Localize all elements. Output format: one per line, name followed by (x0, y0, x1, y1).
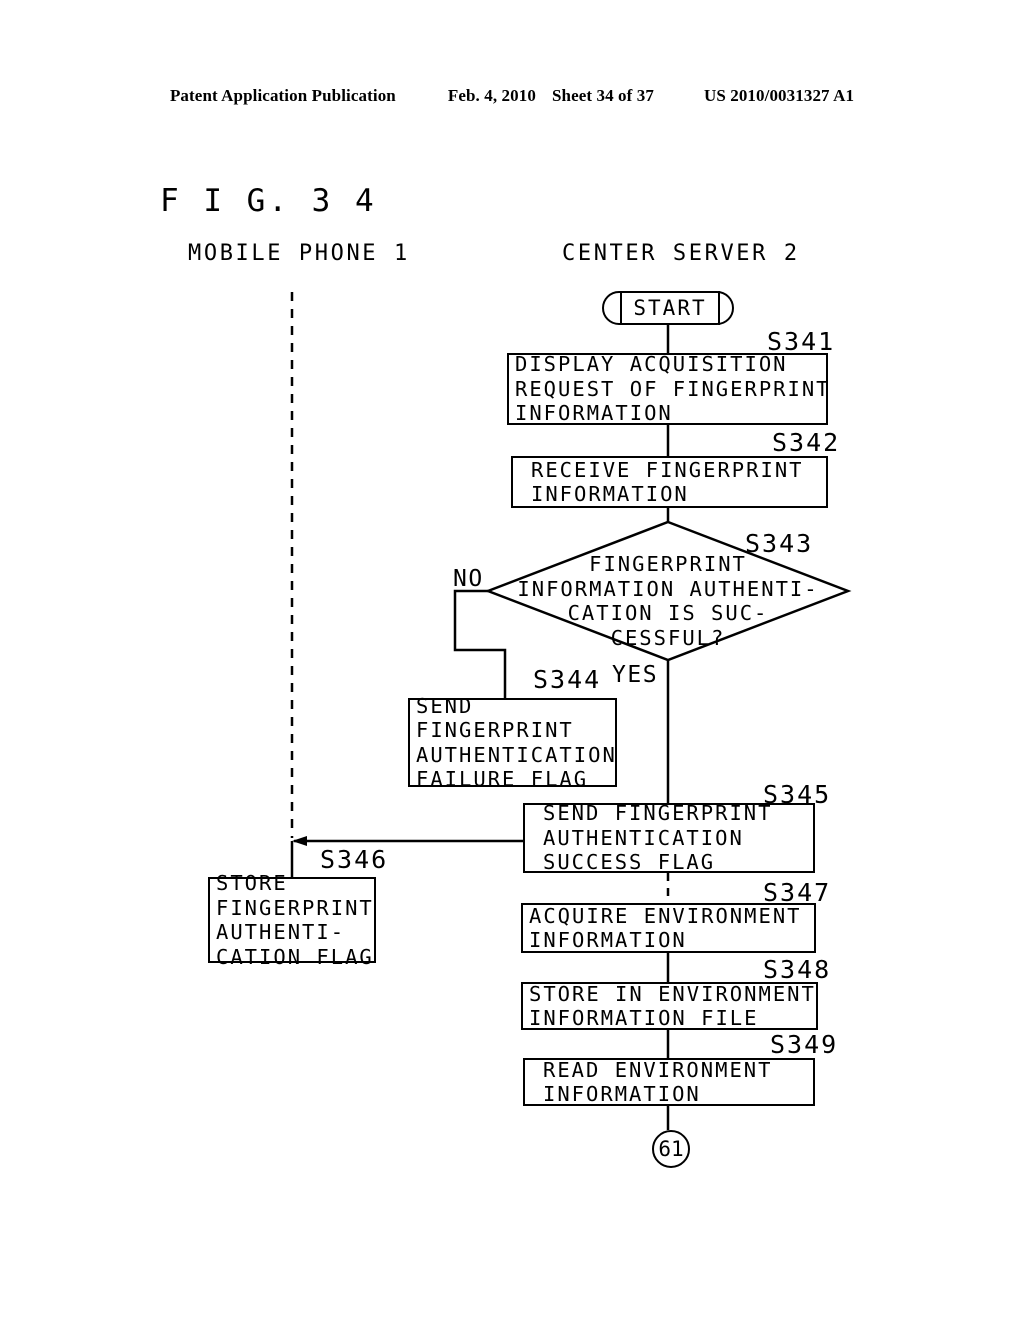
step-number-s342: S342 (772, 428, 841, 457)
terminal-start-inner: START (620, 290, 720, 325)
process-box-s347: ACQUIRE ENVIRONMENT INFORMATION (521, 903, 816, 953)
step-number-s345: S345 (763, 780, 832, 809)
process-box-s346-text: STORE FINGERPRINT AUTHENTI- CATION FLAG (216, 871, 374, 969)
arrowhead-to-mobile-lane (292, 836, 307, 846)
branch-label-yes: YES (612, 662, 659, 688)
flowchart-figure: F I G. 3 4 MOBILE PHONE 1 CENTER SERVER … (0, 0, 1024, 1320)
figure-title: F I G. 3 4 (160, 183, 377, 219)
process-box-s348-text: STORE IN ENVIRONMENT INFORMATION FILE (529, 981, 816, 1031)
process-box-s341: DISPLAY ACQUISITION REQUEST OF FINGERPRI… (507, 352, 831, 426)
terminal-start: START (602, 290, 734, 325)
process-box-s347-text: ACQUIRE ENVIRONMENT INFORMATION (529, 903, 802, 953)
offpage-connector-61: 61 (652, 1130, 690, 1168)
process-box-s346: STORE FINGERPRINT AUTHENTI- CATION FLAG (208, 871, 376, 969)
process-box-s342-text: RECEIVE FINGERPRINT INFORMATION (531, 457, 804, 507)
step-number-s341: S341 (767, 327, 836, 356)
lane-label-mobile-phone: MOBILE PHONE 1 (188, 241, 410, 266)
process-box-s344-text: SEND FINGERPRINT AUTHENTICATION FAILURE … (416, 693, 617, 792)
process-box-s348: STORE IN ENVIRONMENT INFORMATION FILE (521, 982, 818, 1030)
process-box-s345: SEND FINGERPRINT AUTHENTICATION SUCCESS … (523, 801, 815, 875)
offpage-connector-61-label: 61 (658, 1137, 684, 1161)
process-box-s344: SEND FINGERPRINT AUTHENTICATION FAILURE … (408, 694, 617, 791)
step-number-s346: S346 (320, 845, 389, 874)
lane-label-center-server: CENTER SERVER 2 (562, 241, 800, 266)
process-box-s341-text: DISPLAY ACQUISITION REQUEST OF FINGERPRI… (515, 352, 831, 426)
branch-label-no: NO (453, 566, 484, 592)
step-number-s344: S344 (533, 665, 602, 694)
process-box-s342: RECEIVE FINGERPRINT INFORMATION (511, 456, 828, 508)
decision-box-s343-text: FINGERPRINT INFORMATION AUTHENTI- CATION… (517, 552, 819, 650)
process-box-s345-text: SEND FINGERPRINT AUTHENTICATION SUCCESS … (543, 801, 773, 875)
process-box-s349-text: READ ENVIRONMENT INFORMATION (543, 1057, 773, 1107)
terminal-start-label: START (633, 295, 707, 320)
step-number-s343: S343 (745, 529, 814, 558)
step-number-s349: S349 (770, 1030, 839, 1059)
step-number-s347: S347 (763, 878, 832, 907)
step-number-s348: S348 (763, 955, 832, 984)
flowchart-connectors (290, 292, 852, 1130)
process-box-s349: READ ENVIRONMENT INFORMATION (523, 1058, 815, 1106)
